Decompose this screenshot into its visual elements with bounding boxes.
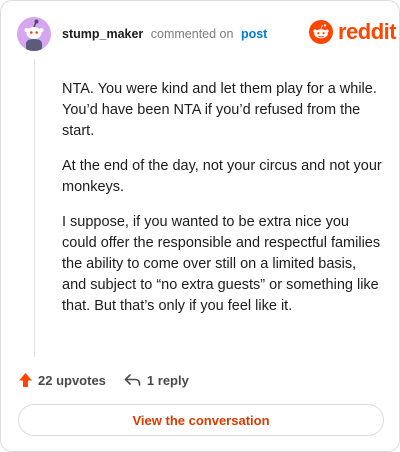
thread-line [34,59,35,357]
post-link[interactable]: post [241,27,267,41]
comment-body: NTA. You were kind and let them play for… [62,79,384,331]
comment-paragraph: I suppose, if you wanted to be extra nic… [62,214,381,314]
snoo-avatar-icon [17,17,51,51]
comment-footer: 22 upvotes 1 reply [18,370,189,390]
reddit-alien-icon [309,20,333,44]
upvote-arrow-icon [19,373,32,387]
upvote-button[interactable]: 22 upvotes [18,372,106,388]
embedded-comment-card: stump_maker commented on post reddit NTA… [0,0,400,452]
upvote-count: 22 upvotes [38,372,106,388]
reddit-logo[interactable]: reddit [309,19,397,44]
view-conversation-button[interactable]: View the conversation [18,404,384,436]
reply-arrow-icon [124,374,141,386]
comment-paragraph: NTA. You were kind and let them play for… [62,81,377,139]
username-link[interactable]: stump_maker [62,27,143,41]
comment-header: stump_maker commented on post [62,27,267,41]
comment-paragraph: At the end of the day, not your circus a… [62,158,382,195]
reply-button[interactable]: 1 reply [124,373,189,388]
avatar[interactable] [17,17,51,51]
reddit-wordmark: reddit [338,19,397,44]
reply-count: 1 reply [146,372,189,388]
action-text: commented on [150,27,234,41]
